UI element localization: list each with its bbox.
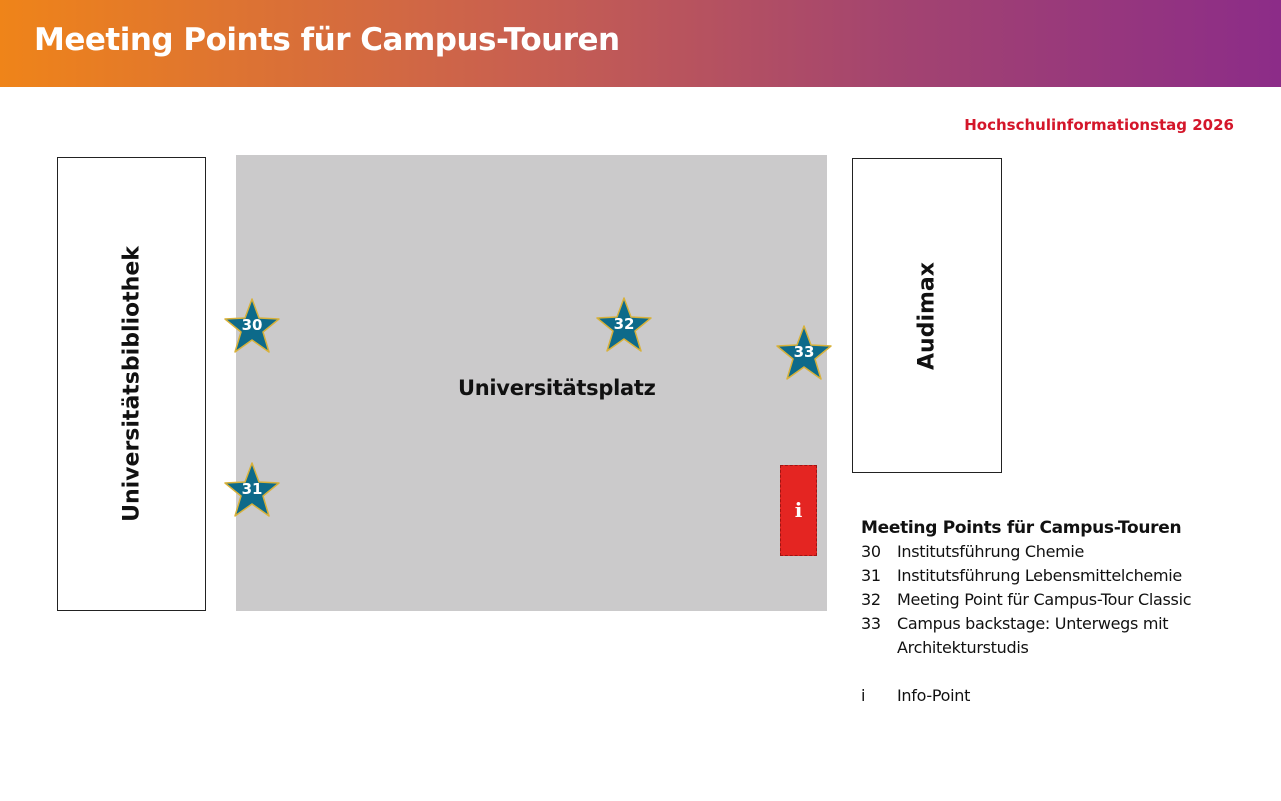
legend-item-number: 31 [861, 566, 881, 585]
building-universitaetsbibliothek: Universitätsbibliothek [57, 157, 206, 611]
legend-item-number: i [861, 686, 866, 705]
legend-item-label: Institutsführung Chemie [897, 542, 1085, 561]
legend-item-label: Campus backstage: Unterwegs mit Architek… [897, 614, 1169, 657]
legend-title: Meeting Points für Campus-Touren [861, 518, 1182, 538]
legend-item-number: 33 [861, 614, 881, 633]
legend-item-number: 30 [861, 542, 881, 561]
plaza-label: Universitätsplatz [458, 376, 656, 400]
info-point-marker[interactable]: i [780, 465, 817, 556]
legend-item: i Info-Point [861, 684, 1261, 708]
legend-item-label: Meeting Point für Campus-Tour Classic [897, 590, 1192, 609]
legend-item: 31 Institutsführung Lebensmittelchemie [861, 564, 1261, 588]
legend-item-label: Institutsführung Lebensmittelchemie [897, 566, 1182, 585]
page-title: Meeting Points für Campus-Touren [34, 22, 620, 58]
legend-item: 32 Meeting Point für Campus-Tour Classic [861, 588, 1261, 612]
marker-number: 33 [793, 343, 815, 361]
legend-item-label: Info-Point [897, 686, 971, 705]
header-banner: Meeting Points für Campus-Touren [0, 0, 1281, 87]
legend-item: 33 Campus backstage: Unterwegs mit Archi… [861, 612, 1261, 660]
event-label: Hochschulinformationstag 2026 [964, 116, 1234, 134]
legend-spacer [861, 660, 1261, 684]
building-label-library: Universitätsbibliothek [119, 246, 144, 522]
meeting-point-marker-31[interactable]: 31 [222, 461, 282, 519]
legend-item: 30 Institutsführung Chemie [861, 540, 1261, 564]
building-label-audimax: Audimax [914, 261, 940, 370]
legend: Meeting Points für Campus-Touren 30 Inst… [861, 516, 1261, 708]
marker-number: 31 [241, 480, 263, 498]
info-icon: i [794, 498, 803, 522]
legend-item-number: 32 [861, 590, 881, 609]
meeting-point-marker-30[interactable]: 30 [222, 297, 282, 355]
meeting-point-marker-32[interactable]: 32 [594, 296, 654, 354]
meeting-point-marker-33[interactable]: 33 [774, 324, 834, 382]
marker-number: 30 [241, 316, 263, 334]
building-audimax: Audimax [852, 158, 1002, 473]
marker-number: 32 [613, 315, 635, 333]
